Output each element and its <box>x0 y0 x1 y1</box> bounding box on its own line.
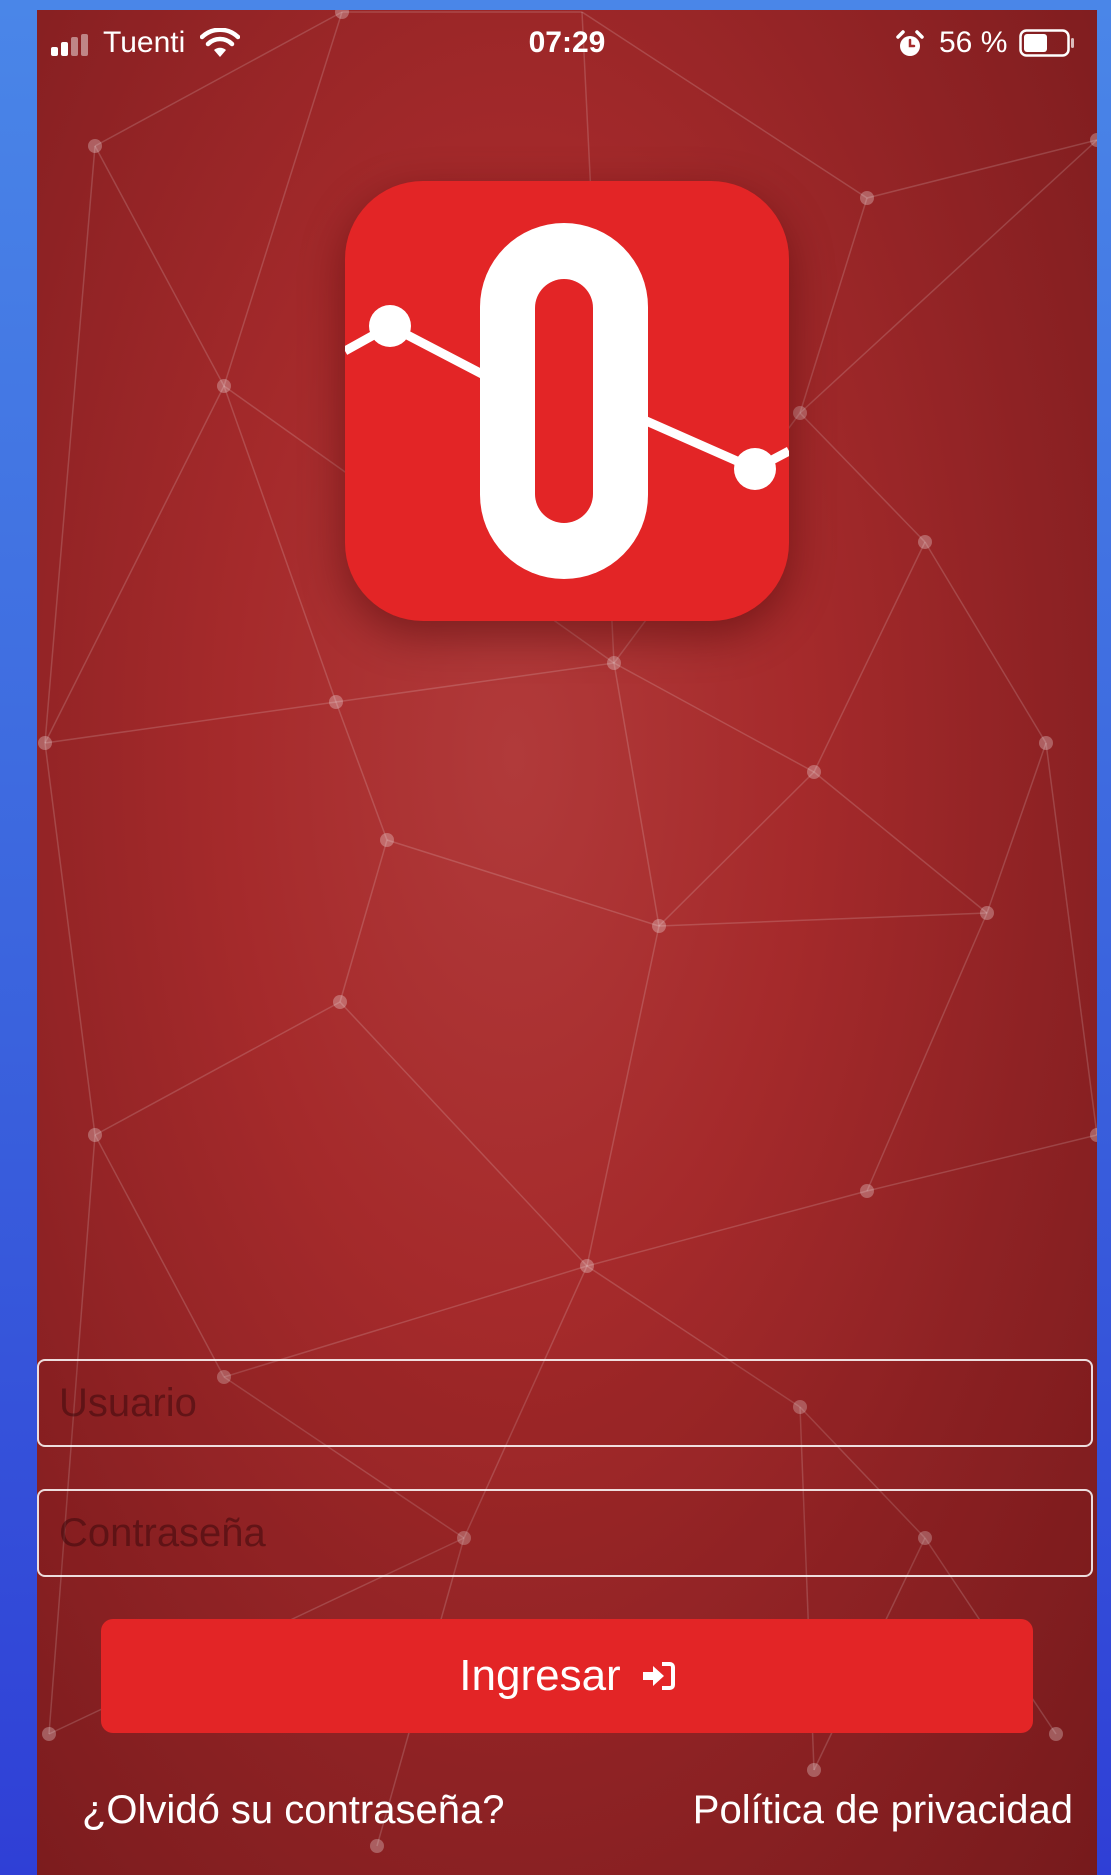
app-logo-icon <box>345 181 789 621</box>
login-button-label: Ingresar <box>459 1651 621 1700</box>
username-field[interactable] <box>37 1359 1093 1447</box>
battery-percent: 56 % <box>939 26 1008 59</box>
password-input[interactable] <box>39 1491 1091 1575</box>
forgot-password-link[interactable]: ¿Olvidó su contraseña? <box>82 1788 504 1833</box>
username-input[interactable] <box>39 1361 1091 1445</box>
privacy-policy-link[interactable]: Política de privacidad <box>693 1788 1073 1833</box>
status-bar: Tuenti 07:29 56 % <box>37 10 1097 80</box>
alarm-icon <box>896 30 924 56</box>
status-time: 07:29 <box>528 26 606 59</box>
battery-icon <box>1019 29 1074 57</box>
sign-in-icon <box>642 1662 675 1690</box>
login-screen: Tuenti 07:29 56 % Usuario Ingresar ¿Olvi… <box>37 10 1097 1875</box>
login-button[interactable]: Ingresar <box>101 1619 1033 1733</box>
password-field[interactable] <box>37 1489 1093 1577</box>
